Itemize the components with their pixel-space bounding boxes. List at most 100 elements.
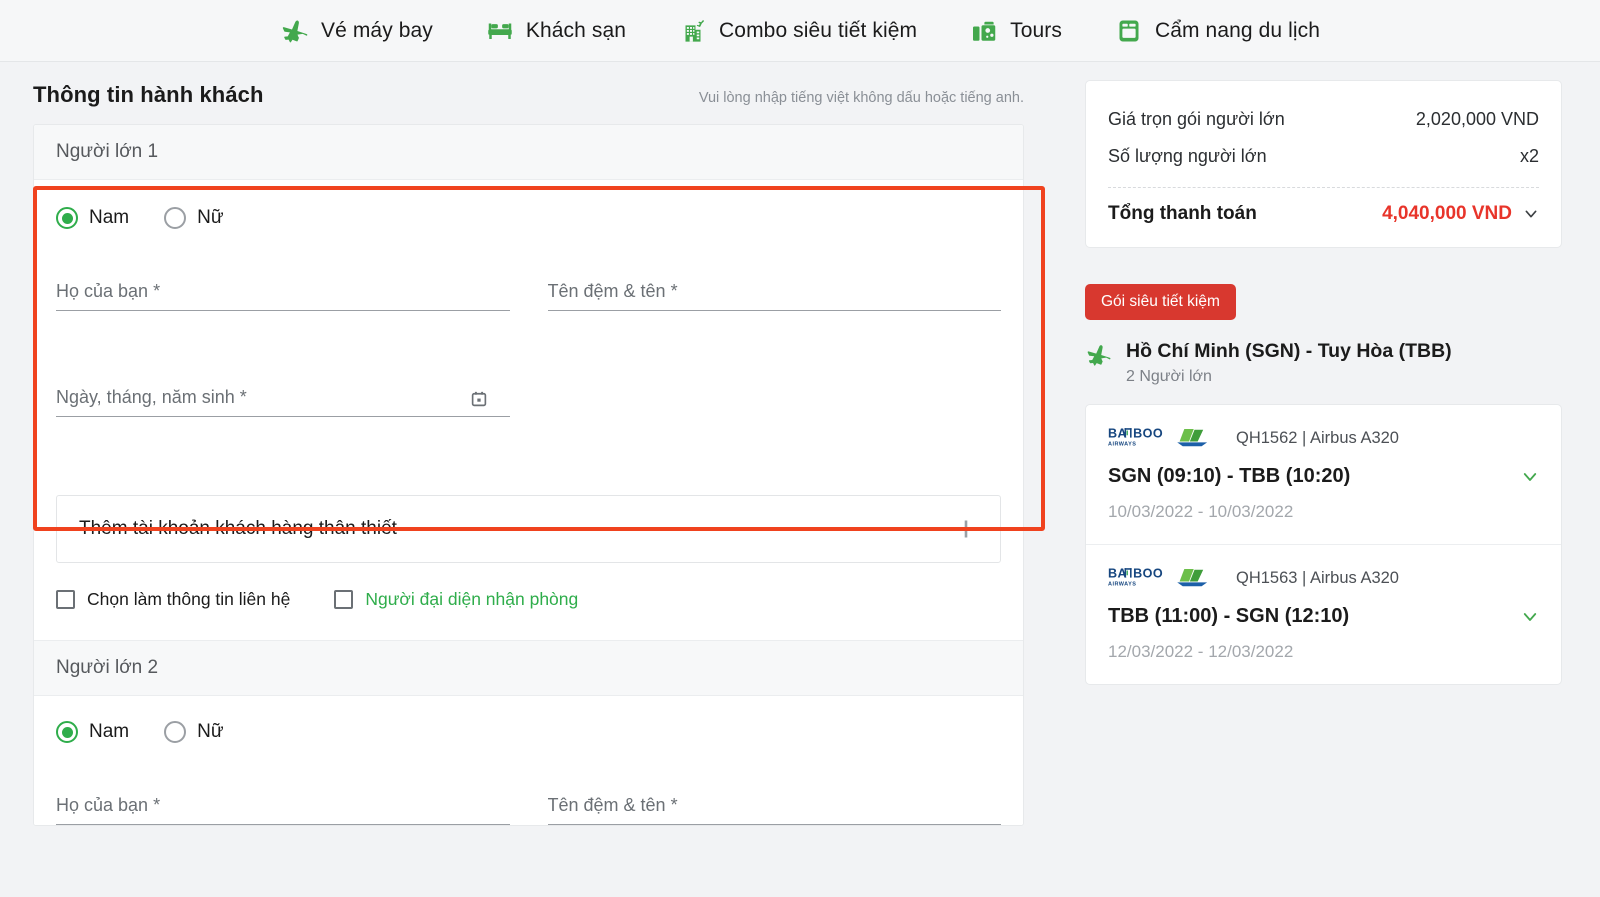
checkbox-contact-info-1[interactable]: Chọn làm thông tin liên hệ (56, 589, 290, 610)
flight-airline-row: BA BOO AIRWAYS QH1563 | Airbus A320 (1108, 565, 1539, 591)
radio-dot-male-icon (56, 721, 78, 743)
suitcase-icon (973, 21, 996, 41)
passenger-1-header: Người lớn 1 (34, 125, 1023, 180)
nav-item-combo[interactable]: Combo siêu tiết kiệm (676, 12, 919, 50)
svg-text:BOO: BOO (1133, 567, 1163, 581)
checkbox-contact-info-label: Chọn làm thông tin liên hệ (87, 589, 291, 609)
last-name-input-1[interactable] (56, 277, 510, 311)
price-summary-card: Giá trọn gói người lớn 2,020,000 VND Số … (1085, 80, 1562, 248)
radio-male-2[interactable]: Nam (56, 721, 129, 743)
radio-female-label: Nữ (197, 721, 224, 742)
chevron-down-icon[interactable] (1523, 206, 1539, 222)
nav-item-tours[interactable]: Tours (967, 12, 1064, 50)
flight-item: BA BOO AIRWAYS QH1563 | Airbus A320 TBB … (1086, 544, 1561, 684)
package-tag-badge[interactable]: Gói siêu tiết kiệm (1085, 284, 1236, 320)
first-name-input-2[interactable] (547, 791, 1001, 825)
plus-icon[interactable] (954, 517, 978, 541)
top-navigation-bar: Vé máy bay Khách sạn Combo siêu tiết kiệ… (0, 0, 1600, 62)
price-row: Số lượng người lớn x2 (1108, 138, 1539, 175)
svg-text:AIRWAYS: AIRWAYS (1108, 582, 1136, 588)
flight-airline-row: BA BOO AIRWAYS QH1562 | Airbus A320 (1108, 425, 1539, 451)
route-summary: Hồ Chí Minh (SGN) - Tuy Hòa (TBB) 2 Ngườ… (1085, 338, 1562, 386)
bamboo-airways-logo: BA BOO AIRWAYS (1108, 427, 1208, 448)
nav-item-label: Combo siêu tiết kiệm (719, 18, 918, 42)
airplane-icon (1087, 345, 1111, 366)
dob-spacer-1 (548, 383, 1002, 417)
flight-route: SGN (09:10) - TBB (10:20) (1108, 465, 1351, 488)
dob-input-1[interactable] (56, 383, 510, 417)
passenger-2-gender-group: Nam Nữ (56, 714, 1001, 743)
divider (1108, 187, 1539, 188)
checkbox-box-icon (334, 590, 354, 609)
nav-item-label: Khách sạn (525, 18, 627, 42)
nav-item-label: Vé máy bay (321, 18, 433, 42)
first-name-field-2-wrap (547, 791, 1001, 825)
total-payment-label: Tổng thanh toán (1108, 203, 1257, 224)
radio-male-1[interactable]: Nam (56, 207, 129, 229)
flight-route: TBB (11:00) - SGN (12:10) (1108, 605, 1350, 628)
last-name-input-2[interactable] (56, 791, 510, 825)
bamboo-airways-logo: BA BOO AIRWAYS (1108, 567, 1208, 588)
price-row-label: Giá trọn gói người lớn (1108, 109, 1285, 129)
input-hint-text: Vui lòng nhập tiếng việt không dấu hoặc … (698, 90, 1024, 106)
svg-text:BOO: BOO (1133, 427, 1163, 441)
passenger-2-body: Nam Nữ (34, 696, 1023, 825)
radio-female-label: Nữ (197, 207, 224, 228)
page-title: Thông tin hành khách (33, 82, 264, 107)
nav-item-label: Cẩm nang du lịch (1154, 18, 1320, 42)
passenger-column: Thông tin hành khách Vui lòng nhập tiếng… (0, 62, 1060, 897)
flight-item: BA BOO AIRWAYS QH1562 | Airbus A320 SGN … (1086, 405, 1561, 544)
last-name-field-2-wrap (56, 791, 510, 825)
radio-dot-male-icon (56, 207, 78, 229)
loyalty-account-label: Thêm tài khoản khách hàng thân thiết (79, 518, 397, 539)
passenger-1-name-row (56, 277, 1001, 311)
booking-summary-column: Giá trọn gói người lớn 2,020,000 VND Số … (1060, 62, 1600, 897)
checkbox-room-representative-label: Người đại diện nhận phòng (365, 589, 579, 609)
price-row: Giá trọn gói người lớn 2,020,000 VND (1108, 101, 1539, 138)
chevron-down-icon[interactable] (1521, 608, 1539, 626)
total-payment-value: 4,040,000 VND (1382, 203, 1512, 224)
passenger-2-name-row (56, 791, 1001, 825)
flight-dates: 12/03/2022 - 12/03/2022 (1108, 642, 1294, 662)
airplane-icon (282, 19, 308, 42)
loyalty-account-row[interactable]: Thêm tài khoản khách hàng thân thiết (56, 495, 1001, 563)
page-body: Thông tin hành khách Vui lòng nhập tiếng… (0, 62, 1600, 897)
nav-item-flights[interactable]: Vé máy bay (278, 12, 435, 50)
total-payment-value-wrap: 4,040,000 VND (1382, 203, 1539, 225)
radio-dot-female-icon (164, 207, 187, 229)
radio-dot-female-icon (164, 721, 187, 743)
calendar-icon[interactable] (470, 390, 488, 408)
section-header: Thông tin hành khách Vui lòng nhập tiếng… (0, 62, 1060, 124)
price-row-value: x2 (1519, 146, 1539, 166)
checkbox-room-representative-1[interactable]: Người đại diện nhận phòng (334, 589, 578, 610)
price-row-value: 2,020,000 VND (1415, 109, 1539, 129)
nav-item-hotels[interactable]: Khách sạn (483, 12, 628, 50)
nav-item-travel-guide[interactable]: Cẩm nang du lịch (1112, 12, 1322, 50)
dob-field-1-wrap (56, 383, 510, 417)
first-name-input-1[interactable] (547, 277, 1001, 311)
radio-female-2[interactable]: Nữ (164, 721, 224, 743)
passenger-form-card: Người lớn 1 Nam Nữ Họ của bạn * Tên đệm … (33, 124, 1024, 826)
hotel-bed-icon (488, 23, 512, 39)
flight-route-row: SGN (09:10) - TBB (10:20) (1108, 465, 1539, 488)
total-payment-row[interactable]: Tổng thanh toán 4,040,000 VND (1108, 194, 1539, 227)
radio-male-label: Nam (89, 207, 130, 228)
flight-code: QH1562 | Airbus A320 (1236, 428, 1399, 447)
passenger-2-header: Người lớn 2 (34, 640, 1023, 696)
combo-building-plane-icon (685, 19, 704, 42)
passenger-1-gender-group: Nam Nữ (56, 200, 1001, 229)
route-title: Hồ Chí Minh (SGN) - Tuy Hòa (TBB) (1126, 340, 1452, 362)
radio-female-1[interactable]: Nữ (164, 207, 224, 229)
flight-route-row: TBB (11:00) - SGN (12:10) (1108, 605, 1539, 628)
nav-item-label: Tours (1010, 18, 1062, 42)
checkbox-box-icon (56, 590, 75, 609)
svg-text:BA: BA (1108, 427, 1127, 441)
price-row-label: Số lượng người lớn (1108, 146, 1267, 166)
svg-text:AIRWAYS: AIRWAYS (1108, 442, 1136, 448)
last-name-field-1-wrap (56, 277, 510, 311)
chevron-down-icon[interactable] (1521, 468, 1539, 486)
passenger-1-dob-row (56, 383, 1001, 417)
flight-dates: 10/03/2022 - 10/03/2022 (1108, 502, 1294, 522)
passenger-1-checkbox-row: Chọn làm thông tin liên hệ Người đại diệ… (34, 563, 1023, 640)
svg-text:BA: BA (1108, 567, 1127, 581)
